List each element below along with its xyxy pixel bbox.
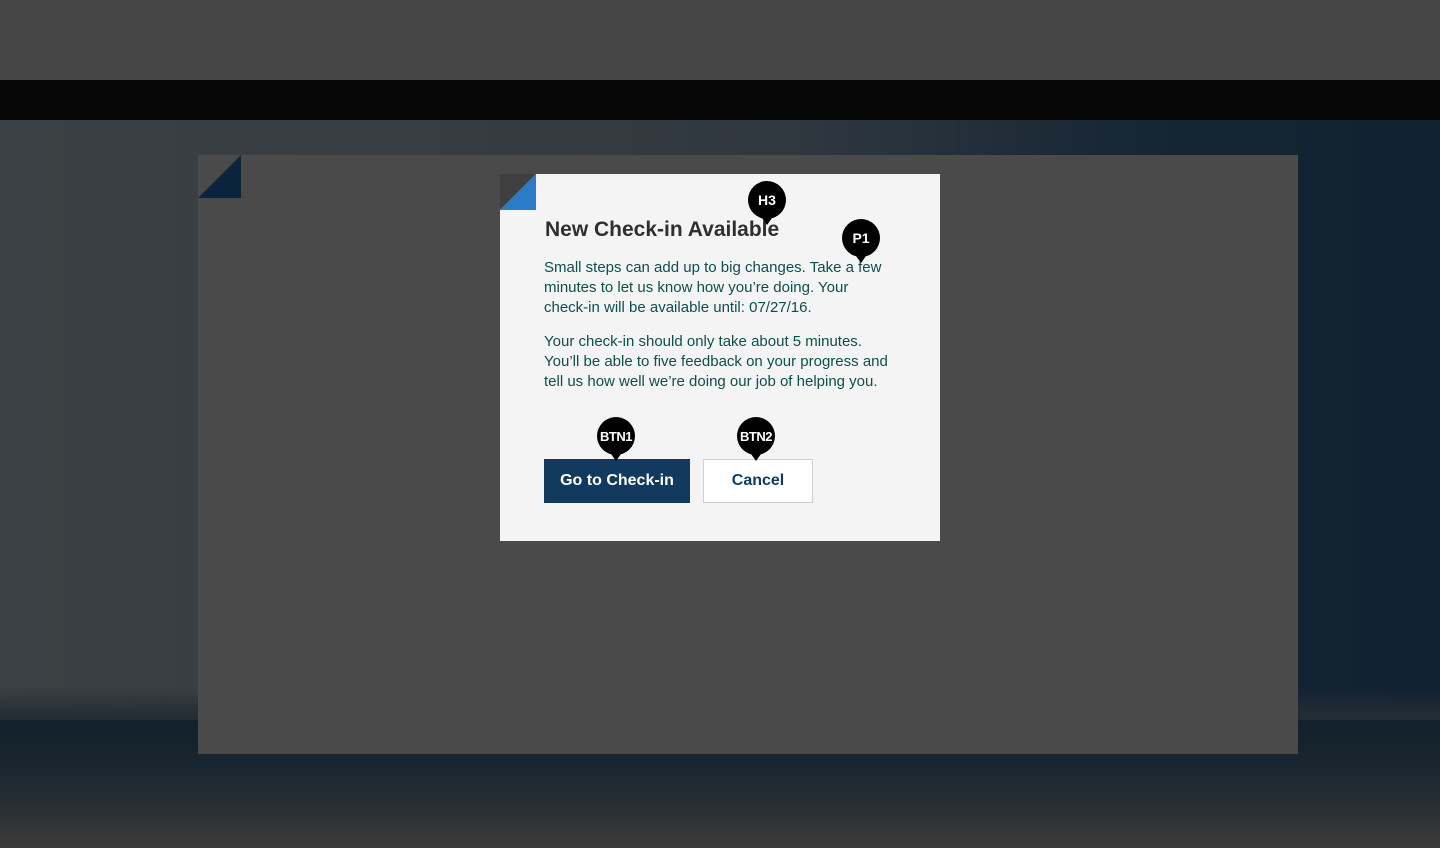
modal-paragraph-duration: Your check-in should only take about 5 m… [544, 333, 888, 390]
annotation-marker-btn1: BTN1 [597, 417, 635, 461]
modal-title: New Check-in Available [545, 218, 780, 241]
page: New Check-in Available Small steps can a… [0, 0, 1440, 848]
annotation-marker-p1: P1 [842, 219, 880, 263]
cancel-button[interactable]: Cancel [703, 459, 813, 503]
annotation-marker-h3: H3 [748, 181, 786, 225]
modal-corner-fold [500, 174, 536, 210]
modal-paragraph-availability: Small steps can add up to big changes. T… [544, 259, 882, 316]
go-to-checkin-button[interactable]: Go to Check-in [544, 459, 690, 503]
annotation-marker-btn2: BTN2 [737, 417, 775, 461]
